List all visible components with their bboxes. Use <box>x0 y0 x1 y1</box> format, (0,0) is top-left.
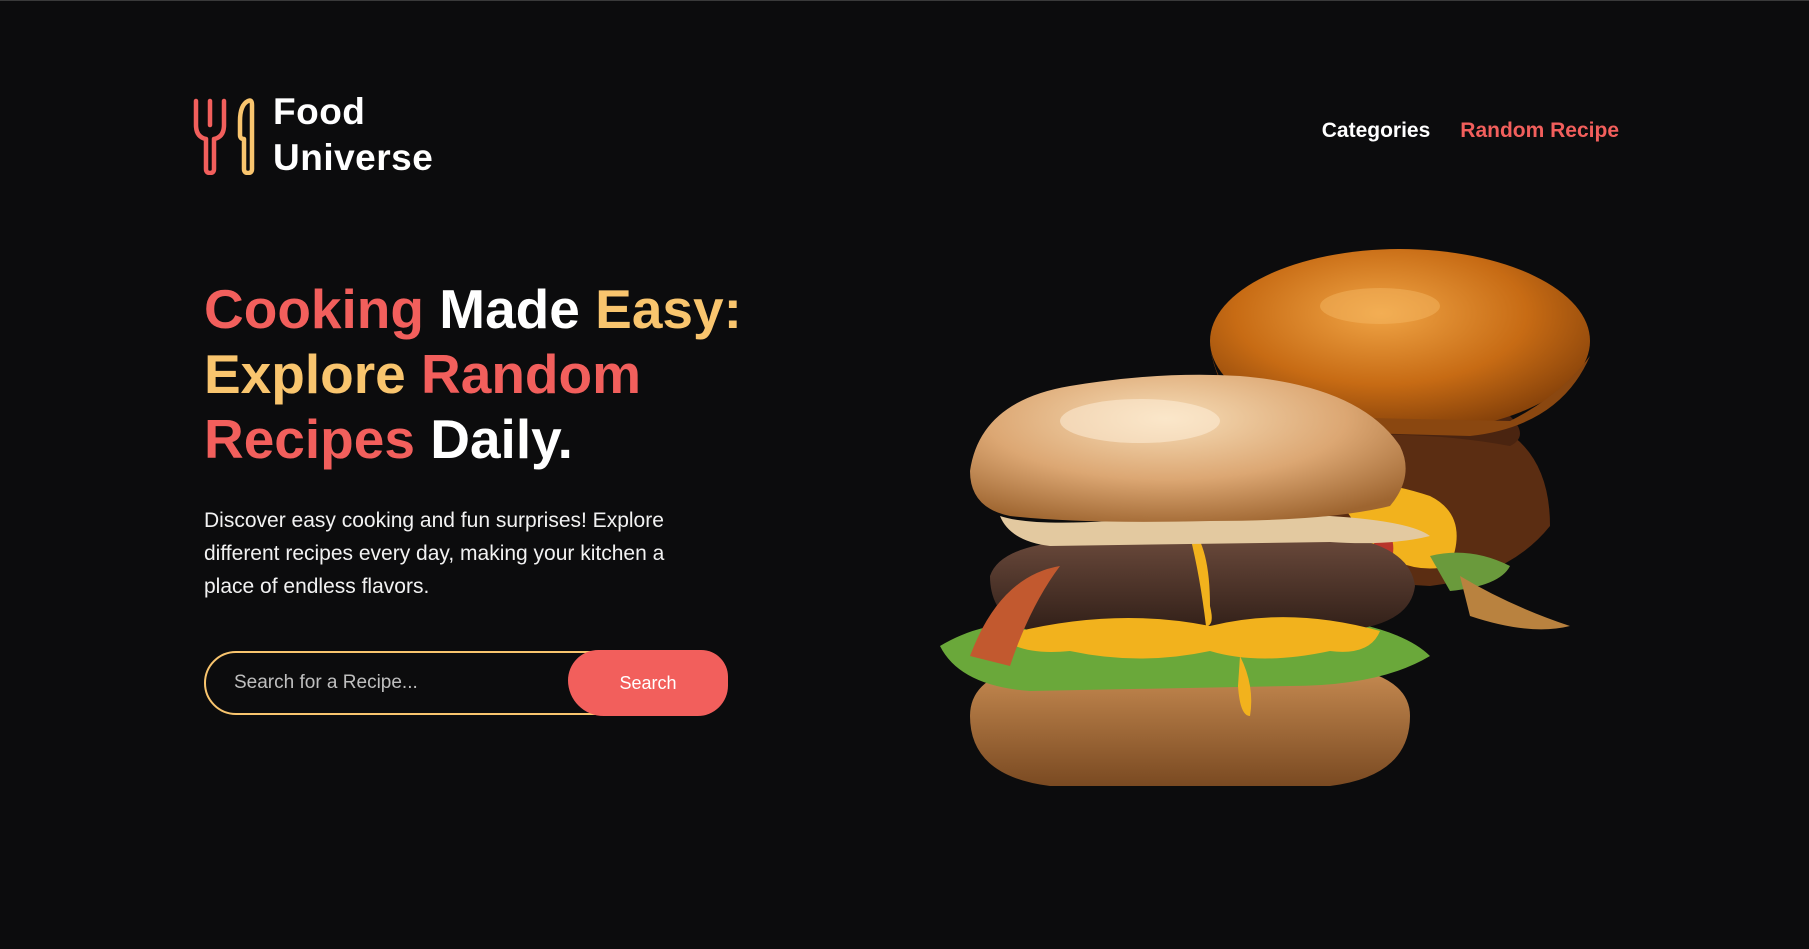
brand-name-line2: Universe <box>273 137 434 178</box>
nav-link-categories[interactable]: Categories <box>1322 119 1431 143</box>
brand-logo[interactable]: Food Universe <box>190 89 433 181</box>
hero-title-word: Easy: <box>595 278 742 340</box>
hero-description: Discover easy cooking and fun surprises!… <box>204 509 665 598</box>
hero-burger-image <box>940 249 1590 786</box>
hero-title-word: Cooking <box>204 278 424 340</box>
brand-name: Food Universe <box>273 89 433 181</box>
recipe-search: Search <box>204 650 728 716</box>
hero-title: Cooking Made Easy: Explore Random Recipe… <box>204 277 824 472</box>
nav-link-random-recipe[interactable]: Random Recipe <box>1460 119 1619 143</box>
fork-knife-icon <box>193 98 255 175</box>
hero-title-word: Recipes <box>204 408 415 470</box>
page: Food Universe Categories Random Recipe C… <box>0 0 1809 949</box>
main-nav: Categories Random Recipe <box>1322 119 1619 143</box>
hero-title-word: Explore <box>204 343 406 405</box>
search-button[interactable]: Search <box>568 650 728 716</box>
hero-title-word: Random <box>421 343 642 405</box>
hero-title-word: Daily. <box>430 408 573 470</box>
front-burger <box>940 374 1430 786</box>
hero-title-word: Made <box>439 278 580 340</box>
brand-name-line1: Food <box>273 91 366 132</box>
search-input[interactable] <box>204 651 624 715</box>
